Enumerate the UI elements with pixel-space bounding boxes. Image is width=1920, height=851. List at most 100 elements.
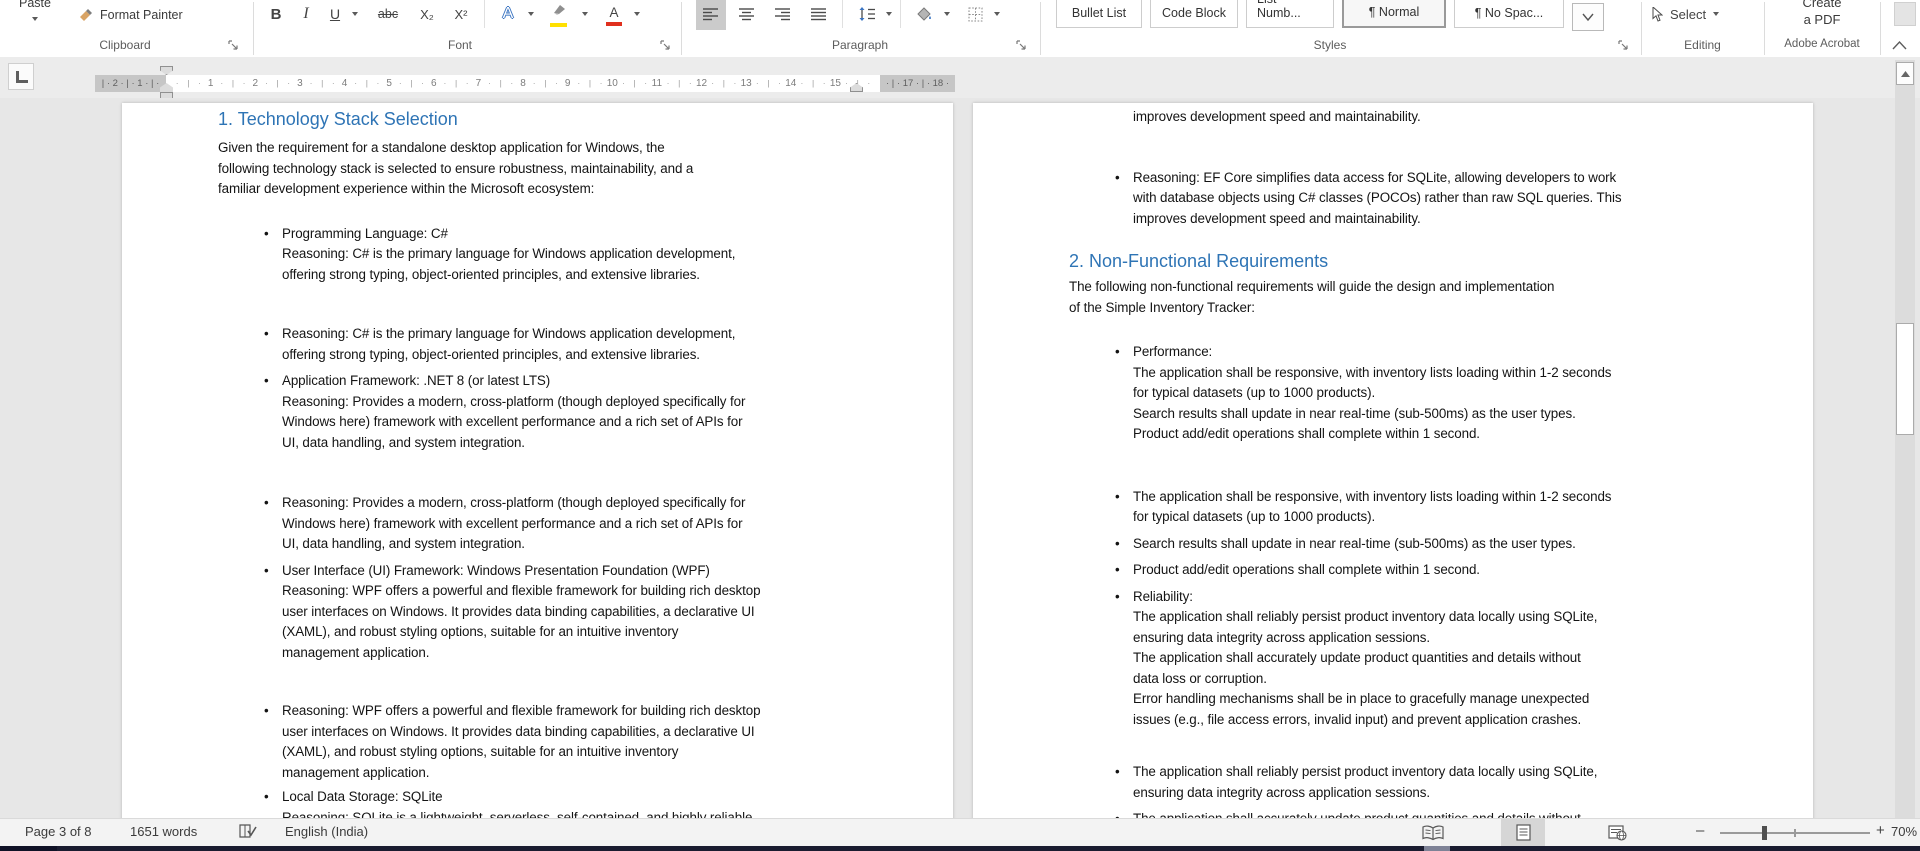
collapse-ribbon-icon[interactable] bbox=[1892, 40, 1908, 52]
styles-dialog-launcher-icon[interactable] bbox=[1618, 40, 1631, 53]
borders-dropdown-icon[interactable] bbox=[994, 12, 1000, 16]
bold-button[interactable]: B bbox=[262, 0, 290, 30]
underline-dropdown-icon[interactable] bbox=[352, 12, 358, 16]
zoom-level[interactable]: 70% bbox=[1891, 824, 1917, 839]
proofing-icon[interactable] bbox=[238, 823, 258, 840]
ruler-number: 1 bbox=[207, 78, 214, 89]
page-indicator[interactable]: Page 3 of 8 bbox=[25, 824, 92, 839]
doc-text-line: The application shall accurately update … bbox=[1133, 650, 1581, 665]
ruler-dot: · bbox=[510, 78, 514, 88]
style-code-block[interactable]: Code Block bbox=[1150, 0, 1238, 28]
read-mode-button[interactable] bbox=[1411, 819, 1455, 846]
font-dialog-launcher-icon[interactable] bbox=[660, 40, 673, 53]
bullet-glyph: • bbox=[1115, 488, 1120, 504]
ruler-dot: · bbox=[711, 78, 715, 88]
doc-text-line: UI, data handling, and system integratio… bbox=[282, 434, 525, 450]
print-layout-button[interactable] bbox=[1501, 819, 1545, 846]
align-right-button[interactable] bbox=[768, 0, 798, 30]
text-effects-button[interactable]: A bbox=[494, 0, 522, 30]
line-spacing-dropdown-icon[interactable] bbox=[886, 12, 892, 16]
style-list-number[interactable]: List Numb... bbox=[1246, 0, 1334, 28]
doc-text-line: The application shall be responsive, wit… bbox=[1133, 364, 1612, 380]
ruler-number: 11 bbox=[651, 78, 663, 89]
word-count[interactable]: 1651 words bbox=[130, 824, 197, 839]
taskbar-segment bbox=[1424, 846, 1450, 851]
text-effects-dropdown-icon[interactable] bbox=[528, 12, 534, 16]
bullet-glyph: • bbox=[1115, 344, 1120, 359]
ruler-dot: · bbox=[443, 78, 447, 88]
web-layout-button[interactable] bbox=[1595, 819, 1639, 846]
doc-bullet: • Application Framework: .NET 8 (or lates… bbox=[218, 371, 913, 453]
shading-button[interactable] bbox=[910, 0, 940, 30]
language-indicator[interactable]: English (India) bbox=[285, 824, 368, 839]
align-left-button[interactable] bbox=[696, 0, 726, 30]
top-right-button-stub[interactable] bbox=[1894, 2, 1916, 26]
ruler-dot: · bbox=[309, 78, 313, 88]
strikethrough-button[interactable]: abc bbox=[370, 0, 406, 30]
create-pdf-button[interactable]: Create a PDF bbox=[1772, 0, 1872, 28]
superscript-button[interactable]: X² bbox=[446, 0, 476, 30]
ruler-dot: · bbox=[421, 78, 425, 88]
styles-gallery-more-button[interactable] bbox=[1572, 3, 1604, 31]
zoom-out-button[interactable]: – bbox=[1696, 822, 1704, 839]
doc-text-line: The application shall reliably persist p… bbox=[1133, 764, 1598, 779]
first-line-indent-marker[interactable] bbox=[160, 66, 173, 75]
doc-text-line: familiar development experience within t… bbox=[218, 181, 595, 196]
read-mode-icon bbox=[1422, 824, 1444, 841]
ruler-dot: · bbox=[644, 78, 648, 88]
tab-selector[interactable] bbox=[8, 63, 34, 90]
doc-text-line: Reasoning: C# is the primary language fo… bbox=[282, 246, 736, 261]
line-spacing-button[interactable] bbox=[852, 0, 882, 30]
select-button[interactable]: Select bbox=[1652, 0, 1752, 30]
borders-button[interactable] bbox=[960, 0, 990, 30]
select-dropdown-icon[interactable] bbox=[1713, 12, 1720, 16]
document-page-left[interactable]: 1. Technology Stack Selection Given the r… bbox=[122, 103, 953, 818]
ruler-dot: · bbox=[577, 78, 581, 88]
bullet-glyph: • bbox=[1115, 562, 1120, 577]
font-color-button[interactable]: A bbox=[600, 0, 628, 30]
underline-button[interactable]: U bbox=[322, 0, 348, 30]
paste-dropdown-icon[interactable] bbox=[32, 17, 38, 21]
highlighter-icon bbox=[550, 5, 568, 27]
ruler-number: 3 bbox=[297, 78, 303, 89]
format-painter-button[interactable]: Format Painter bbox=[78, 2, 183, 28]
zoom-slider-thumb[interactable] bbox=[1762, 826, 1767, 840]
ruler-number: 2 bbox=[252, 78, 259, 89]
zoom-slider[interactable] bbox=[1720, 826, 1870, 840]
paragraph-group-label: Paragraph bbox=[831, 38, 889, 52]
zoom-slider-center-tick bbox=[1794, 829, 1796, 837]
justify-button[interactable] bbox=[804, 0, 834, 30]
clipboard-dialog-launcher-icon[interactable] bbox=[228, 40, 241, 53]
ruler-number: 15 bbox=[829, 78, 841, 89]
ruler-tick: | bbox=[276, 78, 279, 88]
highlight-dropdown-icon[interactable] bbox=[582, 12, 588, 16]
font-color-dropdown-icon[interactable] bbox=[634, 12, 640, 16]
group-divider bbox=[681, 2, 682, 55]
small-divider bbox=[484, 0, 485, 28]
align-center-button[interactable] bbox=[732, 0, 762, 30]
scrollbar-thumb[interactable] bbox=[1896, 323, 1914, 435]
style-no-spacing[interactable]: ¶ No Spac... bbox=[1454, 0, 1564, 28]
vertical-scrollbar[interactable] bbox=[1895, 60, 1915, 818]
doc-text-line: Product add/edit operations shall comple… bbox=[1133, 426, 1480, 441]
paste-button[interactable]: Paste bbox=[8, 0, 62, 32]
paragraph-dialog-launcher-icon[interactable] bbox=[1016, 40, 1029, 53]
highlight-color-button[interactable] bbox=[544, 0, 574, 30]
italic-button[interactable]: I bbox=[294, 0, 318, 30]
scroll-up-button[interactable] bbox=[1896, 62, 1914, 85]
document-page-right[interactable]: improves development speed and maintaina… bbox=[973, 103, 1813, 818]
doc-text-line: for typical datasets (up to 1000 product… bbox=[1133, 385, 1376, 400]
doc-bullet: • Product add/edit operations shall compl… bbox=[1069, 560, 1773, 581]
zoom-in-button[interactable]: + bbox=[1876, 822, 1885, 839]
doc-para: The following non-functional requirement… bbox=[1069, 277, 1773, 318]
style-bullet-list[interactable]: Bullet List bbox=[1056, 0, 1142, 28]
subscript-button[interactable]: X₂ bbox=[412, 0, 442, 30]
bullet-glyph: • bbox=[264, 225, 269, 241]
doc-text-line: Search results shall update in near real… bbox=[1133, 535, 1576, 551]
web-layout-icon bbox=[1607, 824, 1627, 841]
bullet-glyph: • bbox=[1115, 764, 1120, 779]
ruler-tick: | bbox=[321, 78, 324, 88]
shading-dropdown-icon[interactable] bbox=[944, 12, 950, 16]
doc-text-line: Reasoning: C# is the primary language fo… bbox=[282, 326, 736, 341]
style-normal[interactable]: ¶ Normal bbox=[1342, 0, 1446, 28]
